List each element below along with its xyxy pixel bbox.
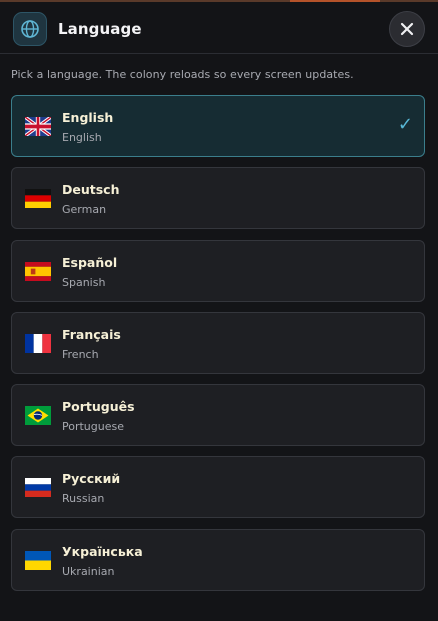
dialog-header: Language (0, 2, 438, 54)
france-flag-icon (25, 333, 51, 353)
language-native-name: Français (62, 326, 121, 342)
brazil-flag-icon (25, 406, 51, 426)
language-english-name: French (62, 347, 99, 361)
language-native-name: Українська (62, 543, 143, 559)
ukraine-flag-icon (25, 550, 51, 570)
language-native-name: Русский (62, 471, 121, 487)
selected-check-icon: ✓ (397, 114, 413, 135)
language-native-name: Português (62, 399, 135, 415)
germany-flag-icon (25, 189, 51, 209)
language-native-name: Deutsch (62, 182, 120, 198)
russia-flag-icon (25, 478, 51, 498)
language-english-name: Portuguese (62, 420, 124, 434)
dialog-title: Language (58, 20, 142, 38)
language-native-name: English (62, 110, 114, 125)
language-option-french[interactable]: Français French (11, 311, 425, 374)
language-option-english[interactable]: English English ✓ (11, 95, 425, 157)
language-list: English English ✓ Deutsch German Español… (11, 95, 425, 601)
language-option-portuguese[interactable]: Português Portuguese (11, 384, 425, 447)
close-icon (400, 22, 414, 36)
language-english-name: Ukrainian (62, 564, 115, 578)
dialog-subtitle: Pick a language. The colony reloads so e… (11, 68, 354, 81)
language-native-name: Español (62, 254, 118, 270)
language-english-name: Russian (62, 492, 105, 506)
language-option-german[interactable]: Deutsch German (11, 167, 425, 230)
language-option-russian[interactable]: Русский Russian (11, 456, 425, 519)
language-option-spanish[interactable]: Español Spanish (11, 239, 425, 302)
language-english-name: Spanish (62, 275, 106, 289)
uk-flag-icon (25, 117, 51, 136)
language-english-name: German (62, 203, 107, 217)
globe-icon (13, 12, 47, 46)
language-english-name: English (62, 131, 102, 144)
spain-flag-icon (25, 261, 51, 281)
close-button[interactable] (389, 11, 425, 47)
language-option-ukrainian[interactable]: Українська Ukrainian (11, 528, 425, 591)
